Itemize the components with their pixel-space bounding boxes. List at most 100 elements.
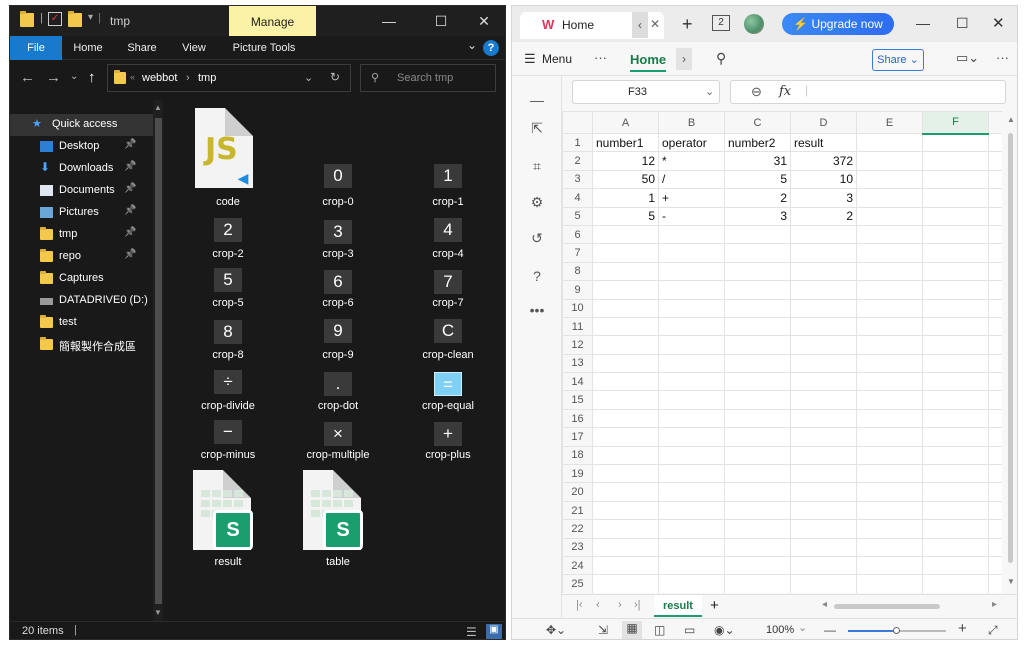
cell[interactable] (658, 243, 725, 263)
row-header[interactable]: 11 (562, 316, 593, 337)
row-header[interactable]: 17 (562, 427, 593, 447)
row-header[interactable]: 7 (562, 243, 593, 263)
freeze-icon[interactable]: ⇲ (598, 623, 608, 637)
cell[interactable] (790, 335, 857, 355)
cell[interactable] (592, 372, 659, 392)
cell[interactable] (658, 316, 725, 337)
row-header[interactable]: 24 (562, 555, 593, 576)
cell[interactable] (658, 574, 725, 593)
cell[interactable] (856, 280, 923, 300)
cell[interactable] (658, 500, 725, 521)
pin-icon[interactable]: 📌 (124, 139, 136, 150)
cell[interactable] (790, 500, 857, 521)
cell[interactable] (856, 206, 923, 226)
upgrade-now-button[interactable]: ⚡ Upgrade now (782, 13, 894, 35)
cell[interactable]: + (658, 188, 725, 208)
file-crop-plus[interactable]: + crop-plus (403, 100, 493, 461)
cell[interactable] (988, 316, 1002, 337)
first-sheet-icon[interactable]: |‹ (576, 599, 583, 611)
cell[interactable] (988, 206, 1002, 226)
scroll-up-icon[interactable]: ▲ (154, 103, 162, 112)
more-icon[interactable]: ··· (594, 50, 607, 65)
cell[interactable] (724, 574, 791, 593)
minimize-button[interactable]: — (366, 6, 412, 36)
sidebar-item-pictures[interactable]: Pictures 📌 (10, 202, 153, 224)
cell[interactable] (922, 519, 989, 539)
pin-icon[interactable]: 📌 (124, 161, 136, 172)
cell[interactable] (592, 537, 659, 557)
manage-tab[interactable]: Manage (229, 6, 316, 36)
cell[interactable] (922, 500, 989, 521)
more-icon[interactable]: ••• (528, 302, 546, 320)
history-icon[interactable]: ↺ (528, 230, 546, 248)
cell[interactable]: 2 (790, 206, 857, 226)
scroll-down-icon[interactable]: ▼ (154, 608, 162, 617)
cell[interactable] (922, 151, 989, 171)
formula-input[interactable]: ⊖ fx | (730, 80, 1006, 104)
cell[interactable] (790, 243, 857, 263)
cell[interactable]: 3 (790, 188, 857, 208)
cell[interactable]: number1 (592, 132, 659, 153)
zoom-formula-icon[interactable]: ⊖ (751, 84, 762, 100)
cell[interactable] (592, 445, 659, 466)
tab-home-document[interactable]: W Home ‹ ✕ (520, 12, 664, 39)
page-layout-icon[interactable]: ◫ (654, 623, 665, 637)
cell[interactable] (724, 243, 791, 263)
cell[interactable] (592, 390, 659, 410)
column-header-c[interactable]: C (724, 111, 791, 134)
last-sheet-icon[interactable]: ›| (634, 599, 641, 611)
cell[interactable]: 1 (592, 188, 659, 208)
cell[interactable] (724, 224, 791, 245)
minimize-button[interactable]: — (916, 15, 930, 31)
cell[interactable] (724, 261, 791, 282)
properties-icon[interactable]: ✓ (48, 12, 62, 26)
row-header[interactable]: 14 (562, 372, 593, 392)
cell[interactable] (724, 408, 791, 429)
cell[interactable] (724, 298, 791, 318)
cell[interactable]: 10 (790, 169, 857, 190)
cell[interactable] (592, 427, 659, 447)
cell[interactable] (592, 464, 659, 484)
tab-home[interactable]: Home (66, 36, 110, 60)
pin-icon[interactable]: 📌 (124, 183, 136, 194)
forward-arrow-icon[interactable]: → (46, 69, 61, 86)
cell[interactable]: * (658, 151, 725, 171)
cell[interactable] (790, 372, 857, 392)
cell[interactable] (988, 390, 1002, 410)
cell[interactable] (658, 537, 725, 557)
cell[interactable] (592, 335, 659, 355)
new-folder-icon[interactable] (68, 11, 82, 27)
pin-icon[interactable]: 📌 (124, 249, 136, 260)
cell[interactable] (790, 445, 857, 466)
row-header[interactable]: 3 (562, 169, 593, 190)
tab-view[interactable]: View (172, 36, 216, 60)
sidebar-item-tmp[interactable]: tmp 📌 (10, 224, 153, 246)
scrollbar-thumb[interactable] (1008, 133, 1013, 563)
spreadsheet-grid[interactable]: A B C D E F 1 number1 operator number2 result 2 12 * 3… (562, 111, 1002, 593)
cell[interactable] (922, 574, 989, 593)
fx-icon[interactable]: fx (779, 84, 791, 99)
cell[interactable] (856, 482, 923, 502)
cell[interactable]: 31 (724, 151, 791, 171)
cell[interactable] (724, 464, 791, 484)
share-button[interactable]: Share ⌄ (872, 49, 924, 71)
cell[interactable] (922, 132, 989, 153)
cell[interactable] (922, 188, 989, 208)
sheet-tab-result[interactable]: result (654, 595, 702, 617)
cell[interactable] (592, 408, 659, 429)
cell[interactable] (724, 353, 791, 374)
cell[interactable]: 50 (592, 169, 659, 190)
cell[interactable] (856, 372, 923, 392)
row-header[interactable]: 12 (562, 335, 593, 355)
cell[interactable] (724, 316, 791, 337)
tab-home[interactable]: Home (630, 52, 667, 72)
sidebar-item-datadrive0-d[interactable]: DATADRIVE0 (D:) (10, 290, 153, 312)
cell[interactable] (988, 427, 1002, 447)
cell[interactable] (988, 519, 1002, 539)
page-break-icon[interactable]: ▭ (684, 623, 695, 637)
cell[interactable] (658, 224, 725, 245)
cell[interactable]: / (658, 169, 725, 190)
cell[interactable] (922, 555, 989, 576)
sidebar-item-documents[interactable]: Documents 📌 (10, 180, 153, 202)
cell[interactable] (988, 188, 1002, 208)
